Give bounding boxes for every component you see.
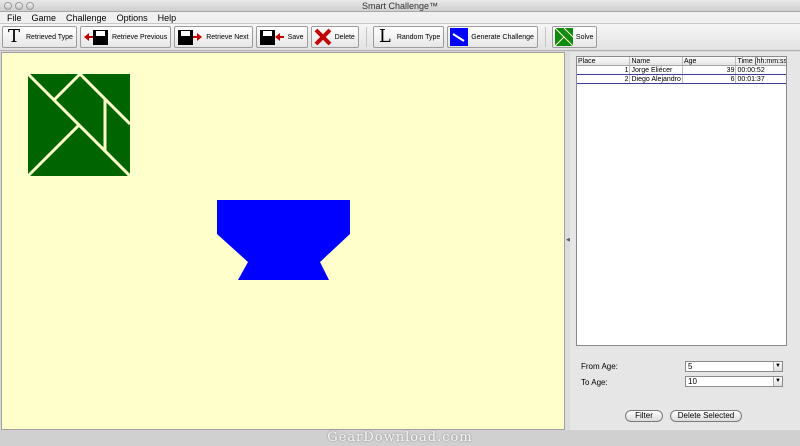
menu-help[interactable]: Help <box>153 12 182 24</box>
chevron-down-icon[interactable]: ▼ <box>773 362 782 371</box>
retrieved-type-button[interactable]: T Retrieved Type <box>2 26 77 48</box>
challenge-canvas[interactable] <box>1 52 565 430</box>
table-row[interactable]: 1 Jorge Eliécer 39 00:00:52 <box>577 66 786 75</box>
menu-challenge[interactable]: Challenge <box>61 12 112 24</box>
column-name[interactable]: Name <box>630 57 683 65</box>
watermark: GearDownload.com <box>327 430 473 445</box>
random-type-button[interactable]: L Random Type <box>372 26 445 48</box>
toolbar-separator <box>544 27 546 47</box>
from-age-select[interactable]: 5 ▼ <box>685 361 783 372</box>
letter-t-icon: T <box>7 26 20 47</box>
toolbar: T Retrieved Type Retrieve Previous Retri… <box>0 24 800 51</box>
canvas-drawing <box>26 72 350 280</box>
to-age-label: To Age: <box>581 378 608 387</box>
challenge-shape[interactable] <box>217 200 350 280</box>
cell-place: 1 <box>577 66 631 74</box>
cell-age: 6 <box>683 75 737 83</box>
arrow-left-floppy-icon <box>83 28 109 46</box>
save-floppy-icon <box>259 28 285 46</box>
solve-button[interactable]: Solve <box>551 26 598 48</box>
delete-x-icon <box>314 28 332 46</box>
menu-game[interactable]: Game <box>27 12 62 24</box>
menu-file[interactable]: File <box>2 12 27 24</box>
menu-bar: File Game Challenge Options Help <box>0 12 800 24</box>
close-window-icon[interactable] <box>4 2 12 10</box>
column-place[interactable]: Place <box>577 57 631 65</box>
save-button[interactable]: Save <box>255 26 308 48</box>
retrieve-previous-button[interactable]: Retrieve Previous <box>79 26 172 48</box>
cell-age: 39 <box>683 66 737 74</box>
cell-time: 00:01:37 <box>737 76 765 83</box>
scores-table[interactable]: Place Name Age Time [hh:mm:ss] 1 Jorge E… <box>576 56 787 346</box>
zoom-window-icon[interactable] <box>26 2 34 10</box>
generate-challenge-button[interactable]: Generate Challenge <box>447 26 538 48</box>
from-age-label: From Age: <box>581 362 618 371</box>
delete-button[interactable]: Delete <box>310 26 359 48</box>
cell-name: Diego Alejandro <box>630 75 683 83</box>
menu-options[interactable]: Options <box>112 12 153 24</box>
solve-tangram-icon <box>554 28 573 46</box>
table-row[interactable]: 2 Diego Alejandro 6 00:01:37 <box>577 75 786 84</box>
window-titlebar: Smart Challenge™ <box>0 0 800 12</box>
toolbar-separator <box>365 27 367 47</box>
retrieve-next-button[interactable]: Retrieve Next <box>174 26 253 48</box>
chevron-down-icon[interactable]: ▼ <box>773 377 782 386</box>
to-age-select[interactable]: 10 ▼ <box>685 376 783 387</box>
letter-l-icon: L <box>378 26 391 47</box>
window-title: Smart Challenge™ <box>361 1 439 11</box>
delete-selected-button[interactable]: Delete Selected <box>670 410 742 422</box>
floppy-arrow-right-icon <box>177 28 203 46</box>
scores-panel: Place Name Age Time [hh:mm:ss] 1 Jorge E… <box>570 52 800 430</box>
cell-name: Jorge Eliécer <box>630 66 683 74</box>
column-age[interactable]: Age <box>683 57 737 65</box>
filter-button[interactable]: Filter <box>625 410 663 422</box>
scores-table-header: Place Name Age Time [hh:mm:ss] <box>577 57 786 66</box>
column-time[interactable]: Time [hh:mm:ss] <box>736 57 786 65</box>
generate-challenge-icon <box>450 28 469 46</box>
cell-place: 2 <box>577 75 631 83</box>
minimize-window-icon[interactable] <box>15 2 23 10</box>
tangram-square[interactable] <box>26 72 132 178</box>
cell-time: 00:00:52 <box>737 67 765 74</box>
